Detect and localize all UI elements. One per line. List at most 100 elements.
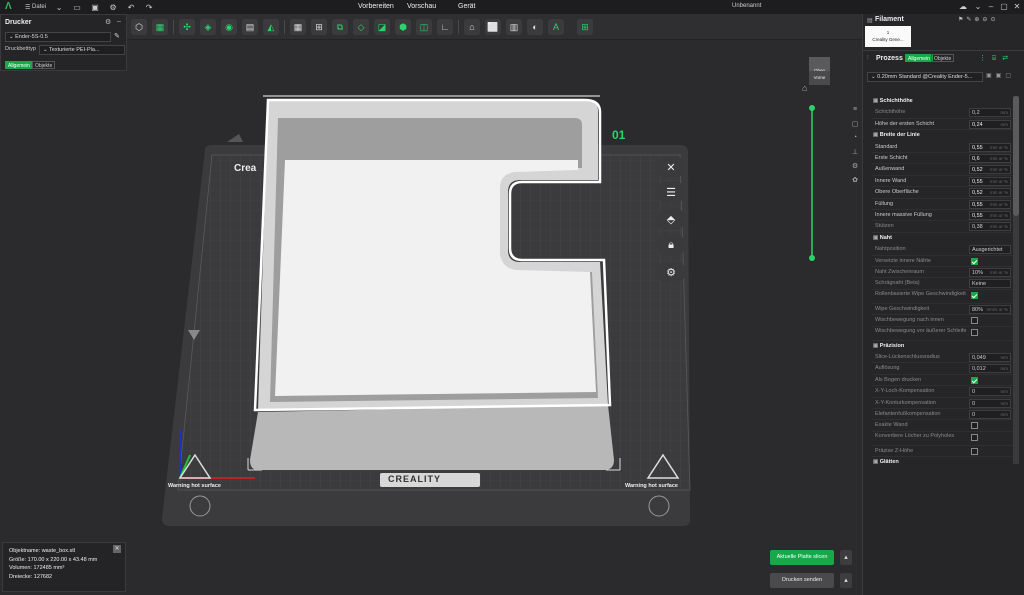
multimaterial-tab-icon[interactable]: ✿ [850,176,860,186]
filament-slot-card[interactable]: 1 Creality Gene... [865,26,911,47]
file-menu[interactable]: ☰ Datei [25,4,46,11]
orient-icon[interactable]: ◈ [200,19,216,35]
tab-prepare[interactable]: Vorbereiten [358,3,394,10]
undo-icon[interactable]: ↶ [126,2,136,12]
cloud-upload-icon[interactable]: ☁ [958,2,968,12]
setting-input[interactable]: 0,55 mm or % [969,211,1011,220]
lay-flat-icon[interactable]: ◭ [263,19,279,35]
chevron-down-icon[interactable]: ⌄ [54,2,64,12]
setting-input[interactable]: 0,52 mm or % [969,188,1011,198]
split-plate-icon[interactable]: ▤ [242,19,258,35]
setting-input[interactable]: 0,2 mm [969,108,1011,118]
setting-checkbox[interactable] [971,291,978,299]
settings-gear-icon[interactable]: ⚙ [108,2,118,12]
setting-input[interactable]: 0,55 mm or % [969,176,1011,186]
tab-preview[interactable]: Vorschau [407,3,436,10]
setting-input[interactable]: 10% mm or % [969,268,1011,277]
collapse-icon[interactable]: – [117,18,121,25]
setting-input[interactable]: 0,38 mm or % [969,222,1011,232]
process-tab-general[interactable]: Allgemein [905,54,933,62]
plate-edit-icon[interactable] [227,134,243,142]
support-tab-icon[interactable]: ⊥ [850,148,860,158]
setting-input[interactable]: Keine [969,279,1011,289]
maximize-icon[interactable]: ▢ [999,2,1009,12]
multi-plate-icon[interactable]: ⊞ [577,19,593,35]
variable-layer-icon[interactable]: ▥ [506,19,522,35]
close-icon[interactable]: ✕ [1012,2,1022,12]
setting-input[interactable]: 0 mm [969,398,1011,408]
setting-input[interactable]: 0,55 mm or % [969,199,1011,209]
layer-slider-bottom-handle[interactable] [809,255,815,261]
plate-settings-icon[interactable]: ⚙ [656,262,686,282]
redo-icon[interactable]: ↷ [144,2,154,12]
slice-options-button[interactable]: ▴ [840,550,852,565]
setting-input[interactable]: 0,55 mm or % [969,142,1011,152]
setting-input[interactable]: 0,24 mm [969,119,1011,129]
setting-input[interactable]: 0,52 mm or % [969,165,1011,175]
speed-tab-icon[interactable]: ◔ [850,134,860,144]
printer-settings-gear-icon[interactable]: ⚙ [105,18,111,26]
process-tab-objects[interactable]: Objekte [931,54,955,62]
setting-checkbox[interactable] [971,422,978,430]
edit-pencil-icon[interactable]: ✎ [114,32,120,40]
mesh-boolean-icon[interactable]: ◪ [374,19,390,35]
dropdown-icon[interactable]: ⌄ [973,2,983,12]
home-view-icon[interactable]: ⌂ [802,83,807,93]
tab-device[interactable]: Gerät [458,3,476,10]
seam-paint-icon[interactable]: ◫ [416,19,432,35]
setting-input[interactable]: 0,6 mm or % [969,154,1011,163]
settings-section-header[interactable]: ▣ Schichthöhe [871,96,1015,107]
setting-input[interactable]: 0 mm [969,410,1011,419]
setting-input[interactable]: 0,012 mm [969,364,1011,374]
assembly-icon[interactable]: ⬜ [485,19,501,35]
quality-tab-icon[interactable]: ≡ [850,106,860,116]
settings-section-header[interactable]: ▣ Glätten [871,457,1015,468]
setting-input[interactable]: 0,049 mm [969,353,1011,362]
save-icon[interactable]: ▣ [90,2,100,12]
setting-checkbox[interactable] [971,433,978,441]
3d-viewport[interactable]: 01 Crea CREALITY Warning hot surface War… [0,41,862,595]
setting-checkbox[interactable] [971,447,978,455]
settings-scrollbar-thumb[interactable] [1013,96,1019,216]
strength-tab-icon[interactable]: ▢ [850,120,860,130]
cut-icon[interactable]: ◇ [353,19,369,35]
text-tool-icon[interactable]: A [548,19,564,35]
filament-toolbar-icons[interactable]: ⚑✎⊕⊖⊙ [958,16,999,23]
process-toolbar-icons[interactable]: ⋮⌸⇄ [979,54,1014,63]
send-print-button[interactable]: Drucken senden [770,573,834,588]
slice-plate-button[interactable]: Aktuelle Platte slicen [770,550,834,565]
add-object-icon[interactable]: ⬡ [131,19,147,35]
scale-icon[interactable]: ⧉ [332,19,348,35]
setting-checkbox[interactable] [971,328,978,336]
process-profile-select[interactable]: ⌄ 0.20mm Standard @Creality Ender-5... [867,72,983,82]
profile-save-icons[interactable]: ▣▣▢ [986,72,1015,79]
setting-input[interactable]: 0 mm [969,387,1011,397]
arrange-icon[interactable]: ✣ [179,19,195,35]
send-options-button[interactable]: ▴ [840,573,852,588]
layer-slider-top-handle[interactable] [809,105,815,111]
setting-input[interactable]: Ausgerichtet [969,245,1011,255]
emboss-icon[interactable]: ◐ [527,19,543,35]
support-paint-icon[interactable]: ⬢ [395,19,411,35]
settings-section-header[interactable]: ▣ Präzision [871,341,1015,352]
settings-section-header[interactable]: ▣ Breite der Linie [871,130,1015,141]
minimize-icon[interactable]: – [986,2,996,12]
close-icon[interactable]: ✕ [113,545,121,553]
auto-orient-icon[interactable]: ◉ [221,19,237,35]
plate-list-icon[interactable]: ☰ [656,182,686,202]
measure-icon[interactable]: ∟ [437,19,453,35]
open-folder-icon[interactable]: ▭ [72,2,82,12]
plate-auto-arrange-icon[interactable]: ⬘ [656,209,686,229]
settings-section-header[interactable]: ▣ Naht [871,233,1015,244]
setting-checkbox[interactable] [971,317,978,325]
view-front-button[interactable]: Vorne [809,71,830,85]
plate-lock-icon[interactable]: 🔒︎ [656,235,686,255]
add-plate-icon[interactable]: ▦ [152,19,168,35]
plate-close-icon[interactable]: ✕ [656,157,686,177]
setting-input[interactable]: 80% mm/s or % [969,304,1011,314]
move-icon[interactable]: ▦ [290,19,306,35]
others-tab-icon[interactable]: ⚙ [850,162,860,172]
setting-checkbox[interactable] [971,376,978,384]
rotate-icon[interactable]: ⊞ [311,19,327,35]
setting-checkbox[interactable] [971,257,978,265]
